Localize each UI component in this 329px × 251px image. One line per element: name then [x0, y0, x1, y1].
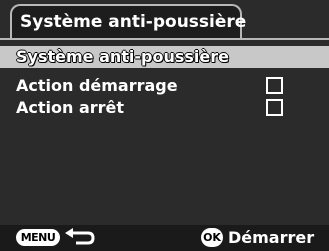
ok-action-label: Démarrer: [228, 228, 315, 247]
ok-button[interactable]: OK: [201, 228, 223, 247]
title-tab: Système anti-poussière: [10, 4, 246, 40]
menu-item-dust-removal[interactable]: Système anti-poussière: [0, 46, 329, 68]
back-arrow-icon[interactable]: [62, 228, 96, 248]
menu-item-label: Action démarrage: [16, 76, 178, 95]
menu-item-startup-action[interactable]: Action démarrage: [0, 75, 329, 97]
camera-menu-screen: Système anti-poussière Système anti-pous…: [0, 0, 329, 251]
menu-item-label: Action arrêt: [16, 98, 125, 117]
menu-item-label: Système anti-poussière: [16, 47, 229, 66]
footer-bar: MENU OK Démarrer: [0, 225, 329, 251]
page-title: Système anti-poussière: [20, 12, 247, 32]
menu-button[interactable]: MENU: [16, 229, 60, 246]
tab-divider: [0, 38, 329, 40]
shutdown-action-checkbox[interactable]: [266, 99, 283, 116]
startup-action-checkbox[interactable]: [266, 77, 283, 94]
menu-item-shutdown-action[interactable]: Action arrêt: [0, 97, 329, 119]
